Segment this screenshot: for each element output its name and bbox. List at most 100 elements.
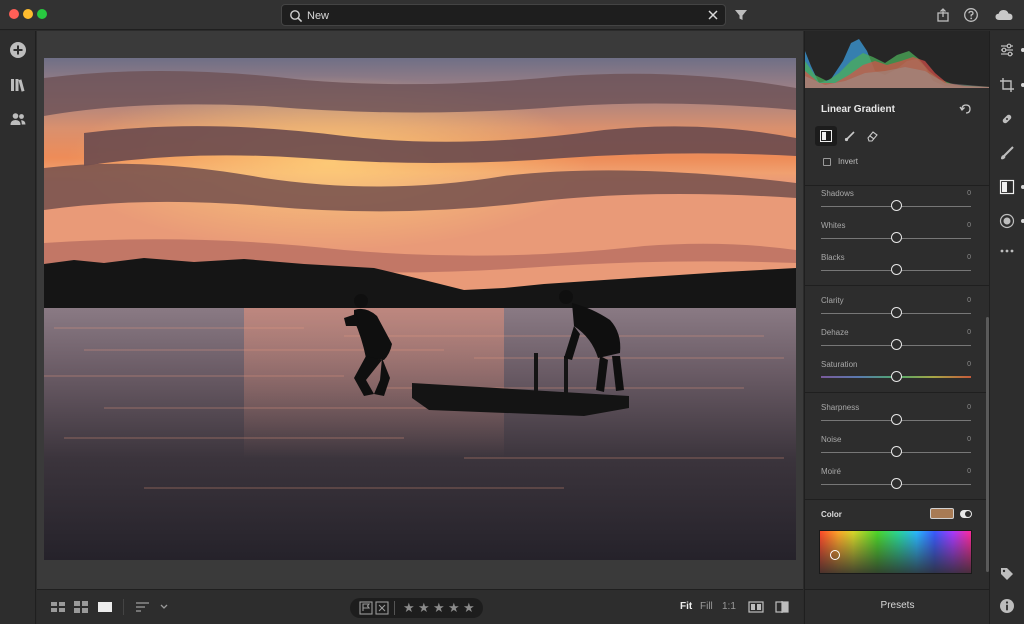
close-window-button[interactable] — [9, 9, 19, 19]
zoom-fit-button[interactable]: Fit — [680, 601, 692, 612]
people-icon[interactable] — [9, 110, 27, 128]
gradient-tool-icon — [820, 130, 832, 142]
library-icon[interactable] — [9, 76, 27, 94]
slider-knob-shadows[interactable] — [891, 200, 902, 211]
edit-panel: Linear Gradient Invert Shadows 0 Whites … — [804, 31, 990, 624]
presets-divider — [805, 589, 990, 590]
slider-value-saturation[interactable]: 0 — [967, 361, 971, 368]
slider-label-clarity: Clarity — [821, 296, 844, 305]
flag-pick-icon[interactable] — [359, 601, 373, 615]
rating-separator — [394, 601, 395, 615]
panel-divider — [805, 285, 990, 286]
filter-icon[interactable] — [733, 7, 749, 23]
photo[interactable] — [44, 58, 796, 560]
info-icon[interactable] — [999, 598, 1015, 614]
rating-star-4[interactable]: ★ — [448, 600, 460, 616]
grid-view-icon[interactable] — [50, 600, 66, 614]
search-input[interactable] — [307, 8, 687, 24]
slider-label-blacks: Blacks — [821, 253, 845, 262]
detail-view-icon[interactable] — [97, 600, 113, 614]
color-toggle[interactable] — [960, 510, 972, 518]
slider-value-clarity[interactable]: 0 — [967, 297, 971, 304]
radial-gradient-icon[interactable] — [999, 213, 1015, 229]
panel-divider — [805, 499, 990, 500]
saturation-field — [820, 531, 971, 573]
search-icon — [290, 10, 303, 23]
invert-label: Invert — [838, 157, 859, 166]
help-icon[interactable] — [963, 7, 979, 23]
slider-label-sharpness: Sharpness — [821, 403, 860, 412]
rating-bar: ★ ★ ★ ★ ★ — [350, 598, 483, 618]
color-picker-cursor[interactable] — [830, 550, 840, 560]
slider-knob-moire[interactable] — [891, 478, 902, 489]
panel-title: Linear Gradient — [821, 104, 895, 115]
presets-button[interactable]: Presets — [805, 600, 990, 611]
eraser-icon — [867, 131, 878, 142]
slider-label-moire: Moiré — [821, 467, 842, 476]
rating-star-5[interactable]: ★ — [463, 600, 475, 616]
slider-value-noise[interactable]: 0 — [967, 436, 971, 443]
bottom-toolbar: ★ ★ ★ ★ ★ Fit Fill 1:1 — [37, 589, 803, 624]
search-box[interactable] — [281, 4, 726, 26]
zoom-1to1-button[interactable]: 1:1 — [722, 601, 736, 612]
photo-canvas[interactable] — [37, 31, 803, 589]
slider-knob-dehaze[interactable] — [891, 339, 902, 350]
panel-divider — [805, 185, 990, 186]
slider-value-blacks[interactable]: 0 — [967, 254, 971, 261]
slider-label-whites: Whites — [821, 221, 846, 230]
panel-divider — [805, 392, 990, 393]
color-picker[interactable] — [819, 530, 972, 574]
more-icon[interactable] — [999, 243, 1015, 259]
invert-checkbox[interactable] — [823, 158, 831, 166]
chevron-down-icon[interactable] — [159, 600, 169, 614]
reset-icon[interactable] — [959, 103, 973, 115]
slider-knob-whites[interactable] — [891, 232, 902, 243]
slider-value-whites[interactable]: 0 — [967, 222, 971, 229]
before-after-icon[interactable] — [774, 600, 790, 614]
sort-icon[interactable] — [135, 600, 151, 614]
slider-label-saturation: Saturation — [821, 360, 858, 369]
cloud-icon[interactable] — [994, 7, 1014, 23]
left-toolbar — [0, 31, 36, 624]
minimize-window-button[interactable] — [23, 9, 33, 19]
slider-label-noise: Noise — [821, 435, 842, 444]
tag-icon[interactable] — [999, 566, 1015, 582]
right-toolbar — [989, 31, 1024, 624]
slider-knob-clarity[interactable] — [891, 307, 902, 318]
color-label: Color — [821, 510, 842, 519]
slider-knob-blacks[interactable] — [891, 264, 902, 275]
edit-sliders-icon[interactable] — [999, 42, 1015, 58]
gradient-tool-button[interactable] — [815, 126, 837, 146]
square-grid-icon[interactable] — [73, 600, 89, 614]
share-icon[interactable] — [935, 7, 951, 23]
slider-knob-noise[interactable] — [891, 446, 902, 457]
slider-value-sharpness[interactable]: 0 — [967, 404, 971, 411]
slider-value-shadows[interactable]: 0 — [967, 190, 971, 197]
slider-knob-sharpness[interactable] — [891, 414, 902, 425]
flag-reject-icon[interactable] — [375, 601, 389, 615]
zoom-fill-button[interactable]: Fill — [700, 601, 713, 612]
linear-gradient-icon[interactable] — [999, 179, 1015, 195]
slider-value-moire[interactable]: 0 — [967, 468, 971, 475]
healing-icon[interactable] — [999, 111, 1015, 127]
title-bar — [0, 0, 1024, 30]
rating-star-3[interactable]: ★ — [433, 600, 445, 616]
slider-knob-saturation[interactable] — [891, 371, 902, 382]
brush-add-icon — [844, 131, 855, 142]
brush-icon[interactable] — [999, 145, 1015, 161]
toggle-knob — [965, 511, 971, 517]
rating-star-1[interactable]: ★ — [403, 600, 415, 616]
zoom-window-button[interactable] — [37, 9, 47, 19]
bottom-separator — [123, 599, 124, 615]
eraser-tool-button[interactable] — [861, 126, 883, 146]
slider-value-dehaze[interactable]: 0 — [967, 329, 971, 336]
color-swatch[interactable] — [930, 508, 954, 519]
add-icon[interactable] — [9, 41, 27, 59]
crop-icon[interactable] — [999, 77, 1015, 93]
slider-label-shadows: Shadows — [821, 189, 854, 198]
clear-search-icon[interactable] — [707, 9, 719, 21]
rating-star-2[interactable]: ★ — [418, 600, 430, 616]
slider-label-dehaze: Dehaze — [821, 328, 849, 337]
compare-icon[interactable] — [748, 600, 764, 614]
brush-tool-button[interactable] — [839, 126, 861, 146]
